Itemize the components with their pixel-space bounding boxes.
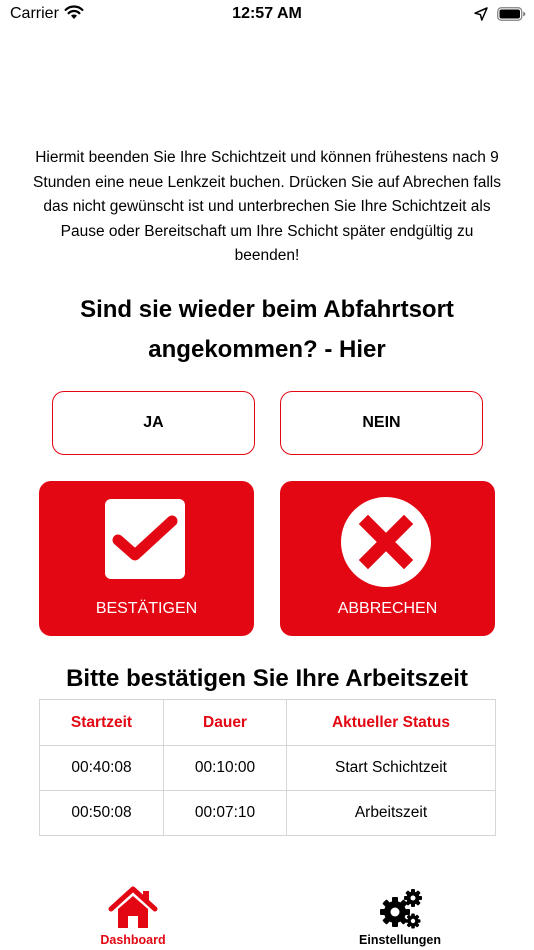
header-dauer: Dauer — [163, 699, 287, 746]
cancel-button[interactable]: ABBRECHEN — [280, 481, 495, 636]
working-time-table: Startzeit Dauer Aktueller Status 00:40:0… — [39, 699, 496, 836]
home-icon — [108, 886, 158, 930]
no-button[interactable]: NEIN — [280, 391, 483, 455]
yes-button[interactable]: JA — [52, 391, 255, 455]
table-row: 00:40:08 00:10:00 Start Schichtzeit — [39, 745, 496, 791]
yes-button-label: JA — [143, 414, 164, 431]
no-button-label: NEIN — [362, 414, 401, 431]
battery-icon — [497, 7, 526, 26]
question-heading: Sind sie wieder beim Abfahrtsort angekom… — [80, 296, 454, 363]
header-startzeit: Startzeit — [39, 699, 164, 746]
intro-text: Hiermit beenden Sie Ihre Schichtzeit und… — [33, 149, 501, 264]
cell-status: Start Schichtzeit — [286, 745, 496, 791]
location-arrow-icon — [474, 7, 488, 26]
x-circle-icon — [341, 497, 431, 587]
clock-time: 12:57 AM — [232, 5, 302, 22]
cancel-button-label: ABBRECHEN — [337, 600, 438, 617]
tab-settings-label: Einstellungen — [359, 933, 441, 947]
gears-icon — [375, 886, 425, 930]
cell-startzeit: 00:40:08 — [39, 745, 164, 791]
tab-dashboard-label: Dashboard — [100, 933, 166, 947]
table-title: Bitte bestätigen Sie Ihre Arbeitszeit — [66, 665, 468, 692]
cell-startzeit: 00:50:08 — [39, 790, 164, 836]
tab-dashboard[interactable]: Dashboard — [53, 880, 213, 950]
checkbox-check-icon — [105, 499, 185, 579]
header-status: Aktueller Status — [286, 699, 496, 746]
confirm-button[interactable]: BESTÄTIGEN — [39, 481, 254, 636]
table-row: 00:50:08 00:07:10 Arbeitszeit — [39, 790, 496, 836]
cell-dauer: 00:07:10 — [163, 790, 287, 836]
cell-dauer: 00:10:00 — [163, 745, 287, 791]
status-bar: Carrier 12:57 AM — [0, 0, 534, 30]
tab-bar: Dashboard Einstellungen — [0, 880, 534, 950]
confirm-button-label: BESTÄTIGEN — [95, 600, 198, 617]
cell-status: Arbeitszeit — [286, 790, 496, 836]
table-header-row: Startzeit Dauer Aktueller Status — [39, 699, 496, 746]
tab-settings[interactable]: Einstellungen — [320, 880, 480, 950]
